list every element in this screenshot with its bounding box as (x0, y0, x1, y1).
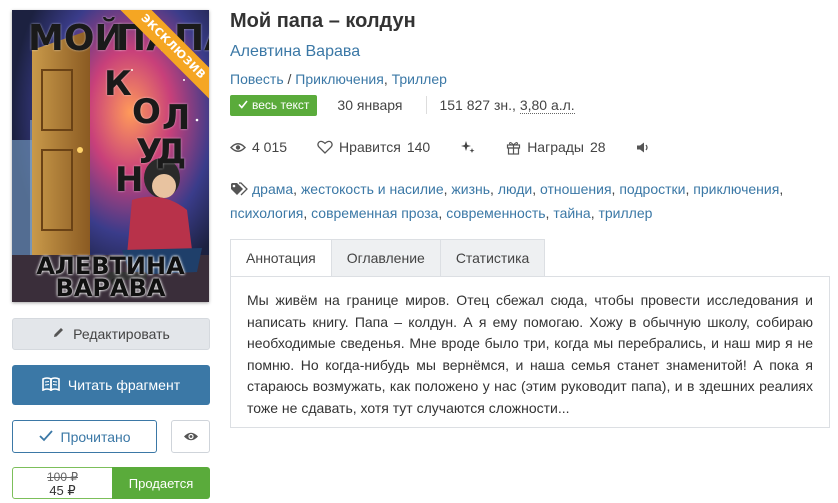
tag-link[interactable]: современная проза (311, 205, 438, 221)
gift-icon (506, 140, 521, 155)
edit-button[interactable]: Редактировать (12, 318, 210, 350)
current-price: 45 ₽ (49, 483, 76, 498)
tag-link[interactable]: жизнь (451, 181, 490, 197)
sparkle-button[interactable] (460, 139, 476, 155)
awards-button[interactable]: Награды 28 (506, 139, 606, 155)
eye-icon (183, 429, 199, 445)
book-title: Мой папа – колдун (230, 10, 416, 32)
edit-button-label: Редактировать (73, 326, 170, 342)
cover-title-letter: Н (115, 160, 144, 200)
genre-link[interactable]: Приключения (295, 71, 384, 87)
watch-button[interactable] (171, 420, 210, 453)
info-tabs: Аннотация Оглавление Статистика (230, 239, 546, 277)
mark-read-label: Прочитано (60, 428, 131, 445)
checkmark-icon (238, 95, 248, 116)
tag-link[interactable]: жестокость и насилие (301, 181, 444, 197)
open-book-icon (42, 376, 60, 394)
tag-link[interactable]: тайна (553, 205, 590, 221)
tag-link[interactable]: драма (252, 181, 293, 197)
likes-label: Нравится (339, 139, 401, 155)
tag-link[interactable]: современность (446, 205, 545, 221)
checkmark-icon (38, 429, 53, 445)
stats-bar: 4 015 Нравится 140 Награды 28 (230, 137, 680, 157)
full-text-badge: весь текст (230, 94, 318, 116)
tag-link[interactable]: психология (230, 205, 303, 221)
read-fragment-button[interactable]: Читать фрагмент (12, 365, 210, 405)
pencil-icon (52, 326, 65, 342)
awards-count: 28 (590, 139, 606, 155)
mark-read-button[interactable]: Прочитано (12, 420, 157, 453)
author-link[interactable]: Алевтина Варава (230, 43, 360, 61)
book-cover[interactable]: МОЙ ПАПА К О Л Д У Н ЭКСКЛЮЗИВ АЛЕВТИНА … (12, 10, 209, 302)
full-text-badge-label: весь текст (252, 97, 310, 112)
size-author-sheets[interactable]: 3,80 а.л. (519, 97, 575, 114)
genre-link[interactable]: Триллер (392, 71, 447, 87)
tab-contents[interactable]: Оглавление (331, 239, 441, 277)
cover-title-word1: МОЙ (28, 18, 125, 59)
price-box: 100 ₽ 45 ₽ (12, 467, 113, 499)
book-size: 151 827 зн., 3,80 а.л. (426, 96, 586, 114)
genre-link[interactable]: Повесть (230, 71, 284, 87)
tab-annotation[interactable]: Аннотация (230, 239, 332, 277)
genre-list: Повесть / Приключения, Триллер (230, 71, 447, 87)
eye-icon (230, 142, 246, 153)
size-chars: 151 827 зн., (439, 97, 520, 113)
speaker-icon (636, 141, 650, 154)
cover-author-line2: ВАРАВА (55, 274, 166, 302)
tag-link[interactable]: люди (498, 181, 532, 197)
likes-count: 140 (406, 139, 431, 155)
annotation-panel: Мы живём на границе миров. Отец сбежал с… (230, 276, 830, 428)
cover-title-letter: К (104, 64, 132, 104)
like-button[interactable]: Нравится 140 (317, 139, 430, 155)
book-meta: весь текст 30 января 151 827 зн., 3,80 а… (230, 94, 587, 116)
sparkle-icon (460, 139, 476, 155)
buy-button[interactable]: Продается (112, 467, 210, 499)
tag-link[interactable]: приключения (693, 181, 779, 197)
tag-icon (230, 180, 248, 202)
old-price: 100 ₽ (47, 470, 78, 484)
views-stat: 4 015 (230, 139, 287, 155)
tag-link[interactable]: отношения (540, 181, 612, 197)
tag-link[interactable]: триллер (598, 205, 652, 221)
cover-title-letter: О (132, 92, 161, 132)
read-fragment-label: Читать фрагмент (67, 377, 181, 393)
publish-date: 30 января (337, 97, 403, 113)
awards-label: Награды (527, 139, 584, 155)
audio-button[interactable] (636, 141, 650, 154)
heart-icon (317, 140, 333, 154)
tab-statistics[interactable]: Статистика (440, 239, 546, 277)
annotation-text: Мы живём на границе миров. Отец сбежал с… (247, 292, 813, 416)
tag-link[interactable]: подростки (619, 181, 685, 197)
views-count: 4 015 (252, 139, 288, 155)
tag-list: драма, жестокость и насилие, жизнь, люди… (230, 180, 784, 221)
